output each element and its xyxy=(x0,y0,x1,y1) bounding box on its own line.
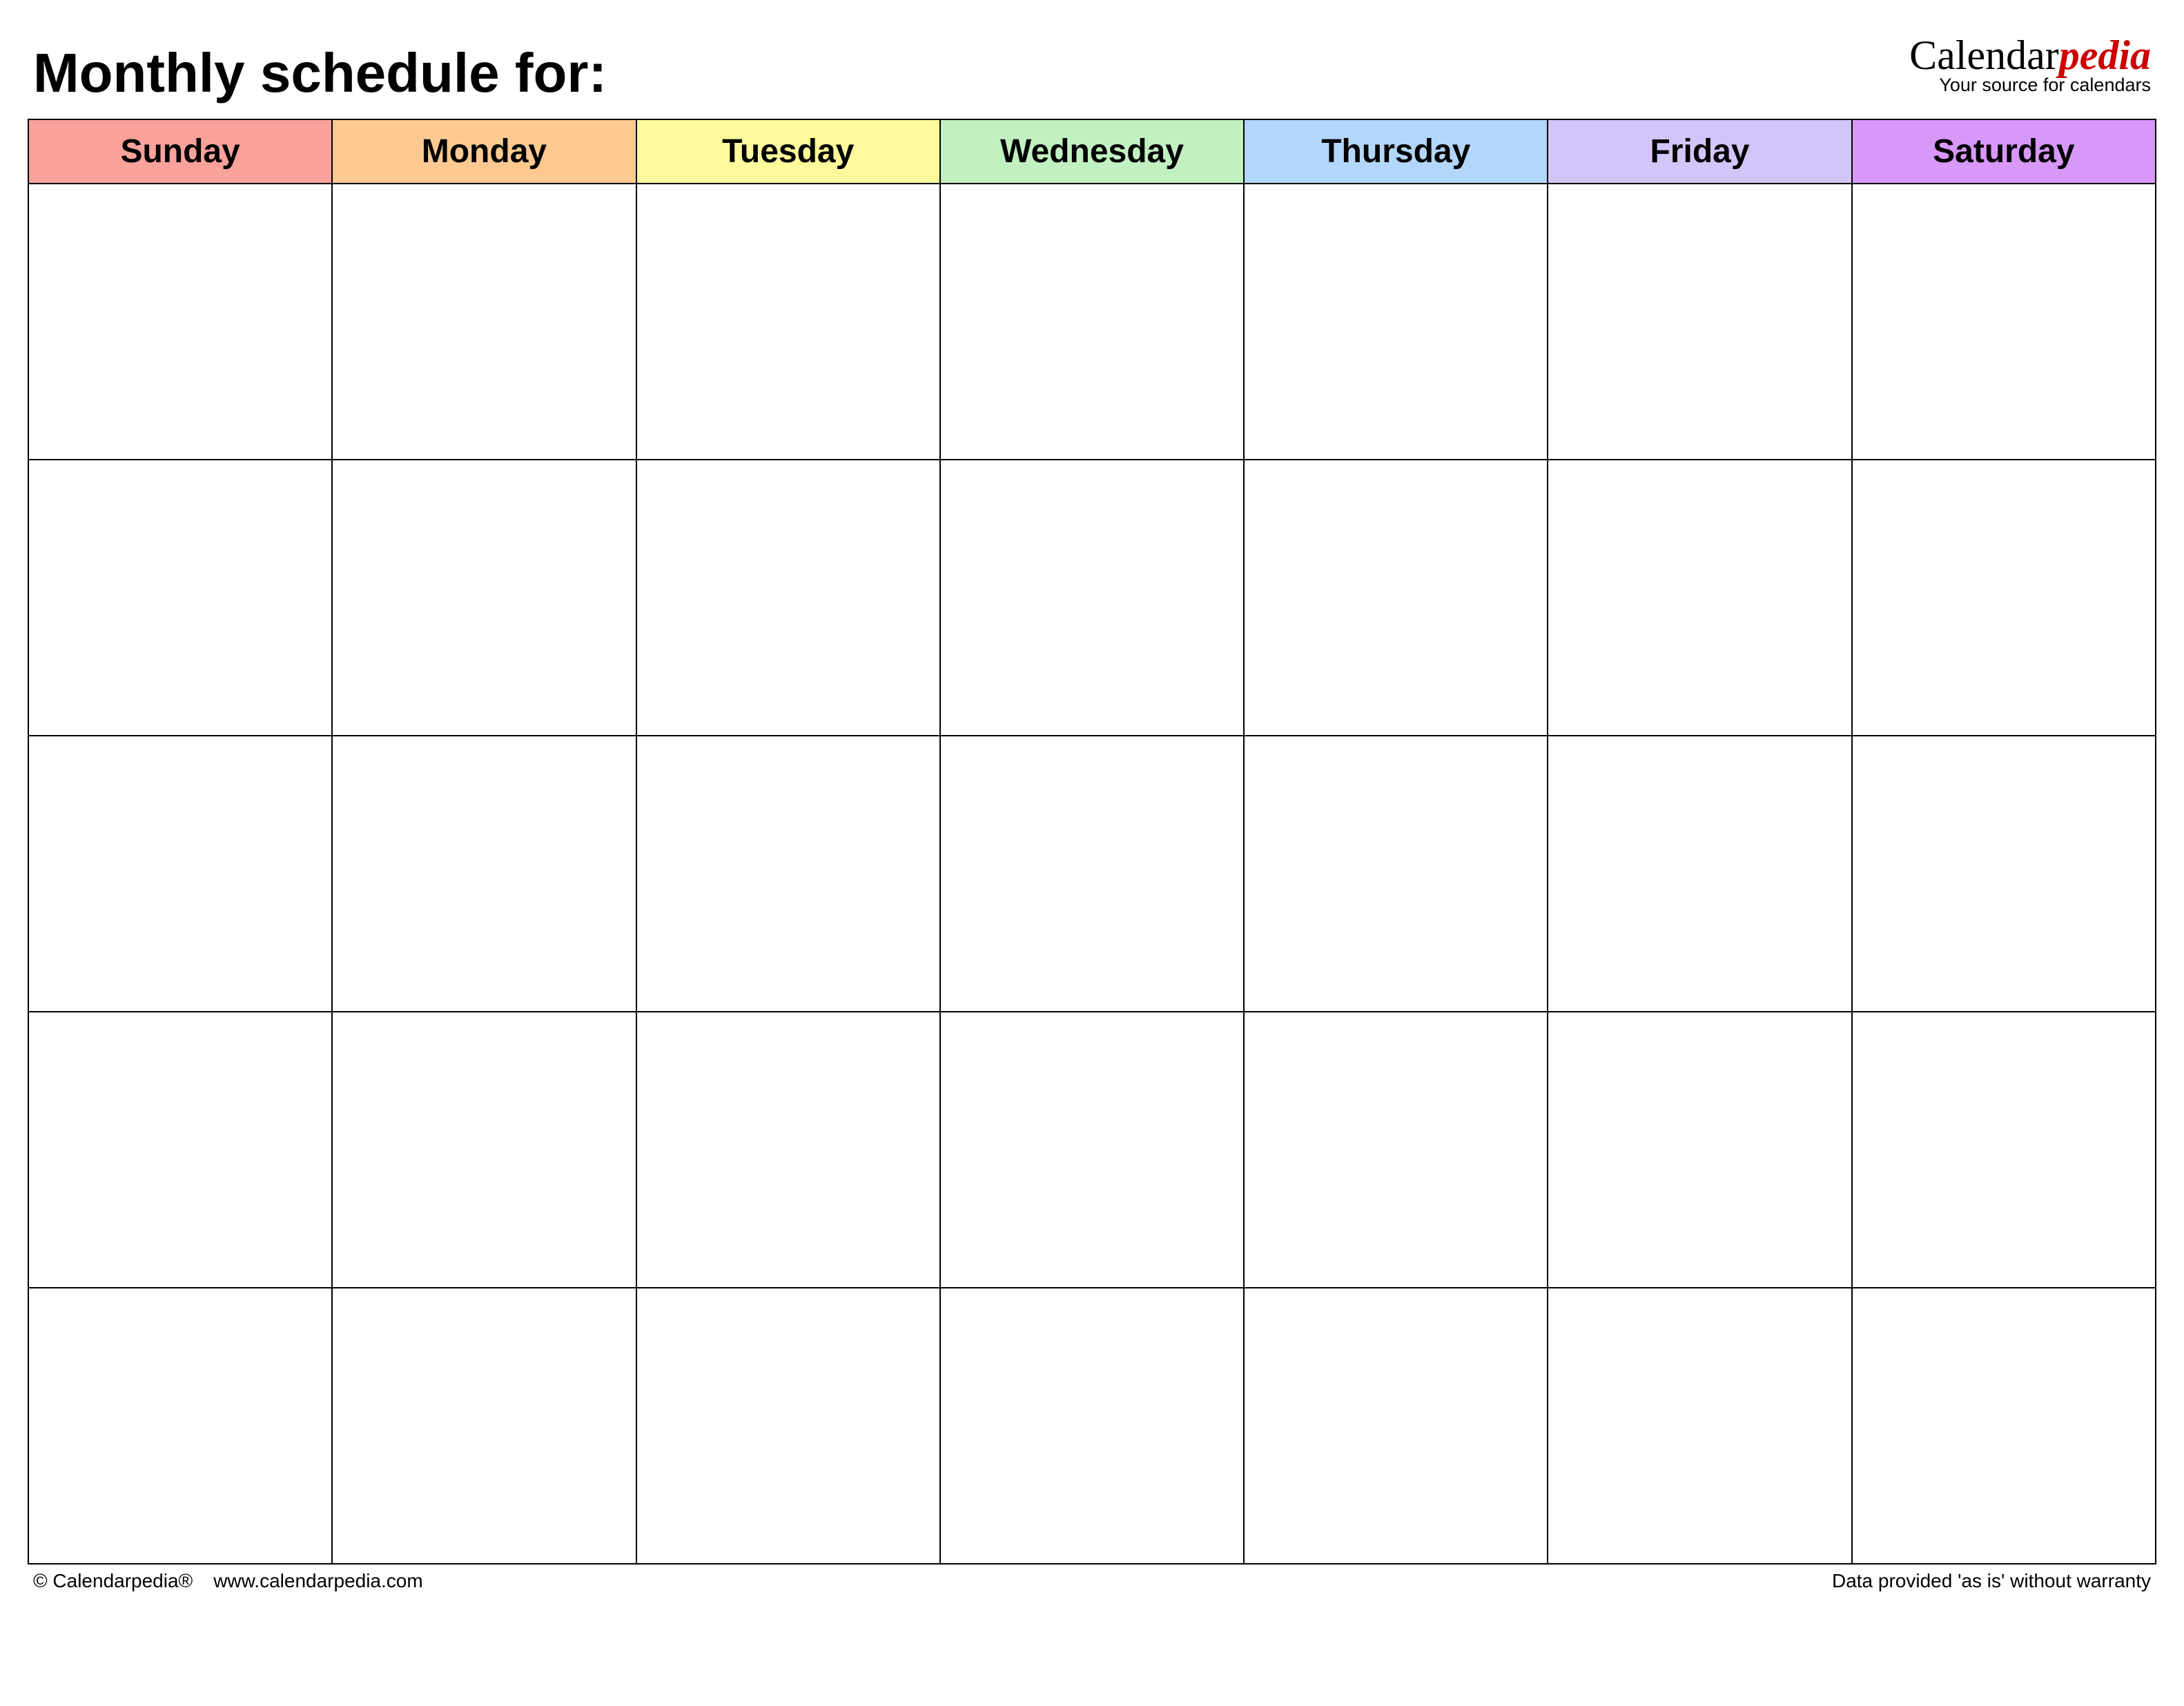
calendar-cell[interactable] xyxy=(1548,736,1851,1012)
day-header-wednesday: Wednesday xyxy=(940,119,1244,184)
page-title: Monthly schedule for: xyxy=(33,28,607,105)
calendar-cell[interactable] xyxy=(1548,1288,1851,1564)
day-header-tuesday: Tuesday xyxy=(636,119,940,184)
calendar-cell[interactable] xyxy=(1244,736,1548,1012)
calendar-cell[interactable] xyxy=(28,1288,332,1564)
calendar-cell[interactable] xyxy=(28,184,332,460)
calendar-cell[interactable] xyxy=(1852,460,2156,736)
calendar-cell[interactable] xyxy=(636,184,940,460)
day-header-saturday: Saturday xyxy=(1852,119,2156,184)
calendar-cell[interactable] xyxy=(1548,1012,1851,1288)
brand-logo: Calendarpedia Your source for calendars xyxy=(1909,28,2151,96)
calendar-week-row xyxy=(28,460,2156,736)
calendar-cell[interactable] xyxy=(332,460,636,736)
calendar-week-row xyxy=(28,184,2156,460)
calendar-cell[interactable] xyxy=(636,460,940,736)
calendar-week-row xyxy=(28,1288,2156,1564)
logo-part-calendar: Calendar xyxy=(1909,32,2059,78)
day-header-friday: Friday xyxy=(1548,119,1851,184)
calendar-cell[interactable] xyxy=(28,460,332,736)
calendar-cell[interactable] xyxy=(1548,460,1851,736)
calendar-cell[interactable] xyxy=(1852,1012,2156,1288)
calendar-cell[interactable] xyxy=(940,1288,1244,1564)
footer-row: © Calendarpedia® www.calendarpedia.com D… xyxy=(28,1570,2156,1592)
calendar-cell[interactable] xyxy=(332,1012,636,1288)
header-row: Monthly schedule for: Calendarpedia Your… xyxy=(28,28,2156,105)
day-header-row: Sunday Monday Tuesday Wednesday Thursday… xyxy=(28,119,2156,184)
footer-left: © Calendarpedia® www.calendarpedia.com xyxy=(33,1570,423,1592)
calendar-cell[interactable] xyxy=(1852,1288,2156,1564)
calendar-cell[interactable] xyxy=(332,736,636,1012)
calendar-cell[interactable] xyxy=(28,736,332,1012)
calendar-cell[interactable] xyxy=(940,460,1244,736)
logo-text: Calendarpedia xyxy=(1909,35,2151,76)
calendar-cell[interactable] xyxy=(332,1288,636,1564)
calendar-cell[interactable] xyxy=(1244,184,1548,460)
calendar-cell[interactable] xyxy=(1244,1288,1548,1564)
footer-url: www.calendarpedia.com xyxy=(213,1570,423,1592)
calendar-page: Monthly schedule for: Calendarpedia Your… xyxy=(28,28,2156,1678)
calendar-week-row xyxy=(28,736,2156,1012)
calendar-cell[interactable] xyxy=(636,1288,940,1564)
logo-part-pedia: pedia xyxy=(2059,32,2151,78)
day-header-thursday: Thursday xyxy=(1244,119,1548,184)
calendar-cell[interactable] xyxy=(636,1012,940,1288)
day-header-sunday: Sunday xyxy=(28,119,332,184)
logo-tagline: Your source for calendars xyxy=(1909,75,2151,96)
calendar-table: Sunday Monday Tuesday Wednesday Thursday… xyxy=(28,119,2156,1565)
footer-disclaimer: Data provided 'as is' without warranty xyxy=(1832,1570,2151,1592)
calendar-cell[interactable] xyxy=(1852,736,2156,1012)
calendar-cell[interactable] xyxy=(1548,184,1851,460)
calendar-cell[interactable] xyxy=(940,1012,1244,1288)
calendar-week-row xyxy=(28,1012,2156,1288)
calendar-cell[interactable] xyxy=(636,736,940,1012)
footer-copyright: © Calendarpedia® xyxy=(33,1570,193,1592)
day-header-monday: Monday xyxy=(332,119,636,184)
calendar-cell[interactable] xyxy=(940,184,1244,460)
calendar-cell[interactable] xyxy=(940,736,1244,1012)
calendar-cell[interactable] xyxy=(332,184,636,460)
calendar-cell[interactable] xyxy=(28,1012,332,1288)
calendar-cell[interactable] xyxy=(1244,1012,1548,1288)
calendar-cell[interactable] xyxy=(1852,184,2156,460)
calendar-cell[interactable] xyxy=(1244,460,1548,736)
